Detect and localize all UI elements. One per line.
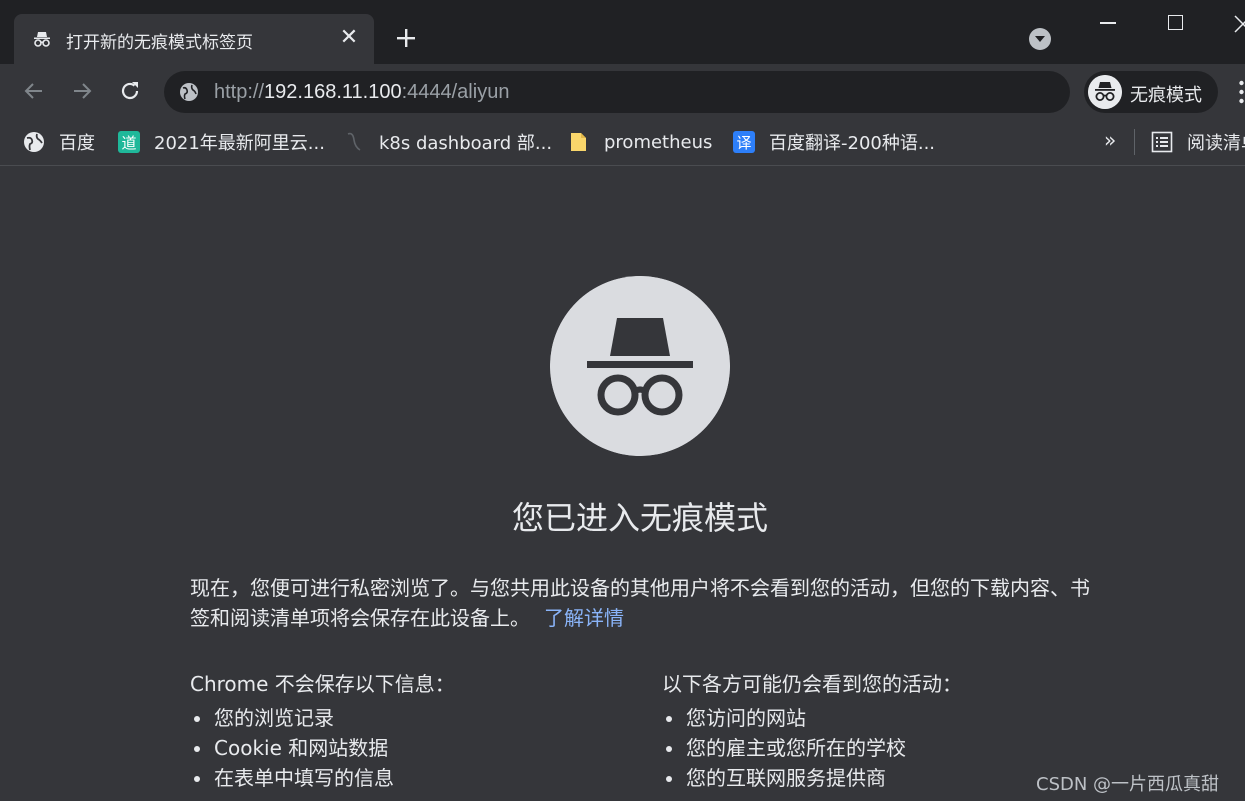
- reading-list-button[interactable]: 阅读清单: [1151, 128, 1245, 156]
- address-bar[interactable]: http://192.168.11.100:4444/aliyun: [164, 71, 1070, 113]
- watermark: CSDN @一片西瓜真甜: [1036, 774, 1220, 795]
- bookmark-aliyun[interactable]: 道 2021年最新阿里云...: [118, 128, 325, 156]
- incognito-avatar-icon: [1088, 75, 1122, 109]
- incognito-icon: [34, 32, 50, 47]
- learn-more-link[interactable]: 了解详情: [544, 606, 624, 630]
- reading-list-label: 阅读清单: [1187, 133, 1245, 154]
- bookmark-label: 2021年最新阿里云...: [154, 133, 325, 154]
- incognito-label: 无痕模式: [1130, 85, 1202, 106]
- tab-strip: 打开新的无痕模式标签页 ✕: [0, 0, 1245, 64]
- maximize-icon[interactable]: [1168, 15, 1183, 30]
- visible-to-title: 以下各方可能仍会看到您的活动：: [662, 672, 962, 696]
- close-tab-icon[interactable]: ✕: [336, 25, 362, 51]
- reload-icon[interactable]: [117, 78, 143, 104]
- bookmark-baidu-translate[interactable]: 译 百度翻译-200种语...: [733, 128, 935, 156]
- dao-icon: 道: [118, 131, 140, 153]
- bookmark-label: 百度翻译-200种语...: [769, 133, 936, 154]
- new-tab-icon[interactable]: [392, 24, 420, 52]
- intro-text: 现在，您便可进行私密浏览了。与您共用此设备的其他用户将不会看到您的活动，但您的下…: [190, 573, 1090, 633]
- list-item: 您访问的网站: [662, 703, 1102, 733]
- toolbar: http://192.168.11.100:4444/aliyun 无痕模式: [0, 64, 1245, 120]
- tab-title: 打开新的无痕模式标签页: [66, 33, 253, 53]
- more-menu-icon[interactable]: [1238, 78, 1245, 106]
- blank-page-icon: [347, 132, 361, 151]
- list-item: 您的浏览记录: [190, 703, 630, 733]
- intro-paragraph: 现在，您便可进行私密浏览了。与您共用此设备的其他用户将不会看到您的活动，但您的下…: [190, 576, 1090, 630]
- tab-search-icon[interactable]: [1029, 28, 1051, 50]
- bookmark-label: k8s dashboard 部...: [379, 133, 553, 154]
- browser-window: 打开新的无痕模式标签页 ✕ http://192.168.11.100:4444…: [0, 0, 1245, 801]
- bookmark-label: prometheus: [604, 131, 713, 153]
- list-item: Cookie 和网站数据: [190, 733, 630, 763]
- forward-icon[interactable]: [69, 78, 95, 104]
- page-title: 您已进入无痕模式: [511, 499, 768, 537]
- not-saved-title: Chrome 不会保存以下信息：: [190, 672, 455, 696]
- svg-text:道: 道: [121, 134, 136, 152]
- bookmark-baidu[interactable]: 百度: [23, 128, 95, 156]
- not-saved-list: Chrome 不会保存以下信息： 您的浏览记录 Cookie 和网站数据 在表单…: [190, 668, 630, 793]
- bookmarks-overflow-button[interactable]: »: [1104, 128, 1116, 152]
- globe-icon: [24, 132, 44, 152]
- incognito-ntp: 您已进入无痕模式 现在，您便可进行私密浏览了。与您共用此设备的其他用户将不会看到…: [0, 167, 1245, 801]
- svg-text:译: 译: [736, 134, 751, 152]
- back-icon[interactable]: [21, 78, 47, 104]
- bookmark-k8s[interactable]: k8s dashboard 部...: [343, 128, 552, 156]
- list-item: 您的雇主或您所在的学校: [662, 733, 1102, 763]
- window-close-icon[interactable]: [1233, 14, 1245, 34]
- reading-list-icon: [1151, 131, 1173, 153]
- list-item: 在表单中填写的信息: [190, 763, 630, 793]
- site-info-icon[interactable]: [179, 82, 199, 102]
- bookmark-label: 百度: [59, 133, 95, 154]
- incognito-profile-button[interactable]: 无痕模式: [1084, 71, 1218, 113]
- tab-incognito[interactable]: 打开新的无痕模式标签页 ✕: [14, 14, 374, 64]
- folder-icon: [571, 133, 586, 151]
- url-text: http://192.168.11.100:4444/aliyun: [214, 81, 510, 103]
- bookmarks-bar: 百度 道 2021年最新阿里云... k8s dashboard 部... pr…: [0, 120, 1245, 166]
- translate-icon: 译: [733, 131, 755, 153]
- bookmark-prometheus[interactable]: prometheus: [568, 128, 712, 156]
- incognito-hero-icon: [550, 276, 730, 456]
- minimize-icon[interactable]: [1100, 22, 1116, 24]
- bookmarks-divider: [1134, 129, 1135, 155]
